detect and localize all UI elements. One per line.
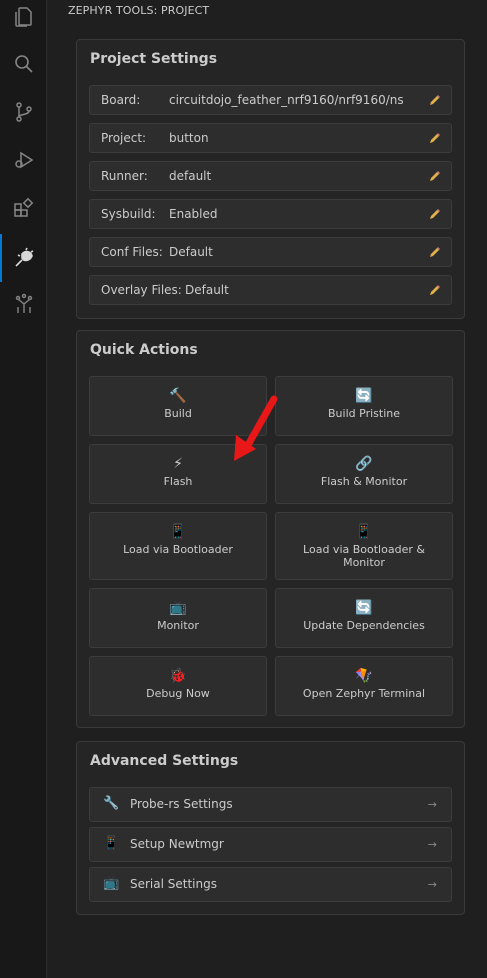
setting-value: button [169,131,209,145]
annotation-arrow-icon [234,395,278,461]
tv-icon: 📺 [103,876,120,891]
search-icon[interactable] [0,40,47,88]
run-debug-icon[interactable] [0,136,47,184]
explorer-icon[interactable] [0,0,47,41]
setting-label: Runner: [101,169,148,183]
setting-label: Conf Files: [101,245,163,259]
zephyr-tools-icon[interactable] [0,234,47,282]
project-settings-title: Project Settings [90,51,218,67]
pencil-icon[interactable] [429,132,441,144]
activity-bar [0,0,47,978]
button-label: Flash [163,475,193,488]
refresh-icon: 🔄 [355,600,373,616]
runner-setting-row[interactable]: Runner: default [89,161,452,191]
flash-monitor-button[interactable]: 🔗 Flash & Monitor [275,444,453,504]
arrow-right-icon: → [427,838,437,851]
load-bootloader-monitor-button[interactable]: 📱 Load via Bootloader & Monitor [275,512,453,580]
setting-label: Board: [101,93,141,107]
build-pristine-button[interactable]: 🔄 Build Pristine [275,376,453,436]
setup-newtmgr-row[interactable]: 📱 Setup Newtmgr → [89,827,452,862]
overlay-files-setting-row[interactable]: Overlay Files: Default [89,275,452,305]
tree-view-icon[interactable] [0,280,47,328]
serial-settings-row[interactable]: 📺 Serial Settings → [89,867,452,902]
setting-value: default [169,169,212,183]
row-label: Setup Newtmgr [130,837,224,851]
source-control-icon[interactable] [0,88,47,136]
button-label: Debug Now [146,687,210,700]
pencil-icon[interactable] [429,246,441,258]
probe-rs-settings-row[interactable]: 🔧 Probe-rs Settings → [89,787,452,822]
sidebar: ZEPHYR TOOLS: PROJECT Project Settings B… [48,0,487,978]
project-setting-row[interactable]: Project: button [89,123,452,153]
refresh-icon: 🔄 [355,388,373,404]
phone-icon: 📱 [169,524,187,540]
row-label: Serial Settings [130,877,217,891]
wrench-icon: 🔧 [103,796,120,811]
button-label: Load via Bootloader [123,543,233,556]
extensions-icon[interactable] [0,184,47,232]
phone-icon: 📱 [355,524,373,540]
project-settings-panel: Project Settings Board: circuitdojo_feat… [76,39,465,319]
row-label: Probe-rs Settings [130,797,233,811]
monitor-button[interactable]: 📺 Monitor [89,588,267,648]
button-label: Flash & Monitor [320,475,408,488]
update-dependencies-button[interactable]: 🔄 Update Dependencies [275,588,453,648]
button-label: Open Zephyr Terminal [302,687,426,700]
pencil-icon[interactable] [429,284,441,296]
setting-label: Overlay Files: [101,283,182,297]
quick-actions-title: Quick Actions [90,342,198,358]
pencil-icon[interactable] [429,170,441,182]
phone-icon: 📱 [103,836,120,851]
setting-value: Default [185,283,229,297]
debug-now-button[interactable]: 🐞 Debug Now [89,656,267,716]
arrow-right-icon: → [427,798,437,811]
board-setting-row[interactable]: Board: circuitdojo_feather_nrf9160/nrf91… [89,85,452,115]
quick-actions-panel: Quick Actions 🔨 Build 🔄 Build Pristine ⚡… [76,330,465,728]
button-label: Load via Bootloader & Monitor [303,543,425,569]
setting-label: Sysbuild: [101,207,156,221]
arrow-right-icon: → [427,878,437,891]
setting-value: circuitdojo_feather_nrf9160/nrf9160/ns [169,93,404,107]
bug-icon: 🐞 [169,668,187,684]
sysbuild-setting-row[interactable]: Sysbuild: Enabled [89,199,452,229]
pencil-icon[interactable] [429,94,441,106]
button-label: Monitor [157,619,199,632]
setting-label: Project: [101,131,147,145]
advanced-settings-title: Advanced Settings [90,753,239,769]
load-bootloader-button[interactable]: 📱 Load via Bootloader [89,512,267,580]
setting-value: Enabled [169,207,218,221]
kite-icon: 🪁 [355,668,373,684]
sidebar-title: ZEPHYR TOOLS: PROJECT [68,4,210,17]
button-label: Update Dependencies [303,619,425,632]
tv-icon: 📺 [169,600,187,616]
pencil-icon[interactable] [429,208,441,220]
link-icon: 🔗 [355,456,373,472]
advanced-settings-panel: Advanced Settings 🔧 Probe-rs Settings → … [76,741,465,915]
button-label: Build Pristine [328,407,400,420]
conf-files-setting-row[interactable]: Conf Files: Default [89,237,452,267]
setting-value: Default [169,245,213,259]
open-zephyr-terminal-button[interactable]: 🪁 Open Zephyr Terminal [275,656,453,716]
